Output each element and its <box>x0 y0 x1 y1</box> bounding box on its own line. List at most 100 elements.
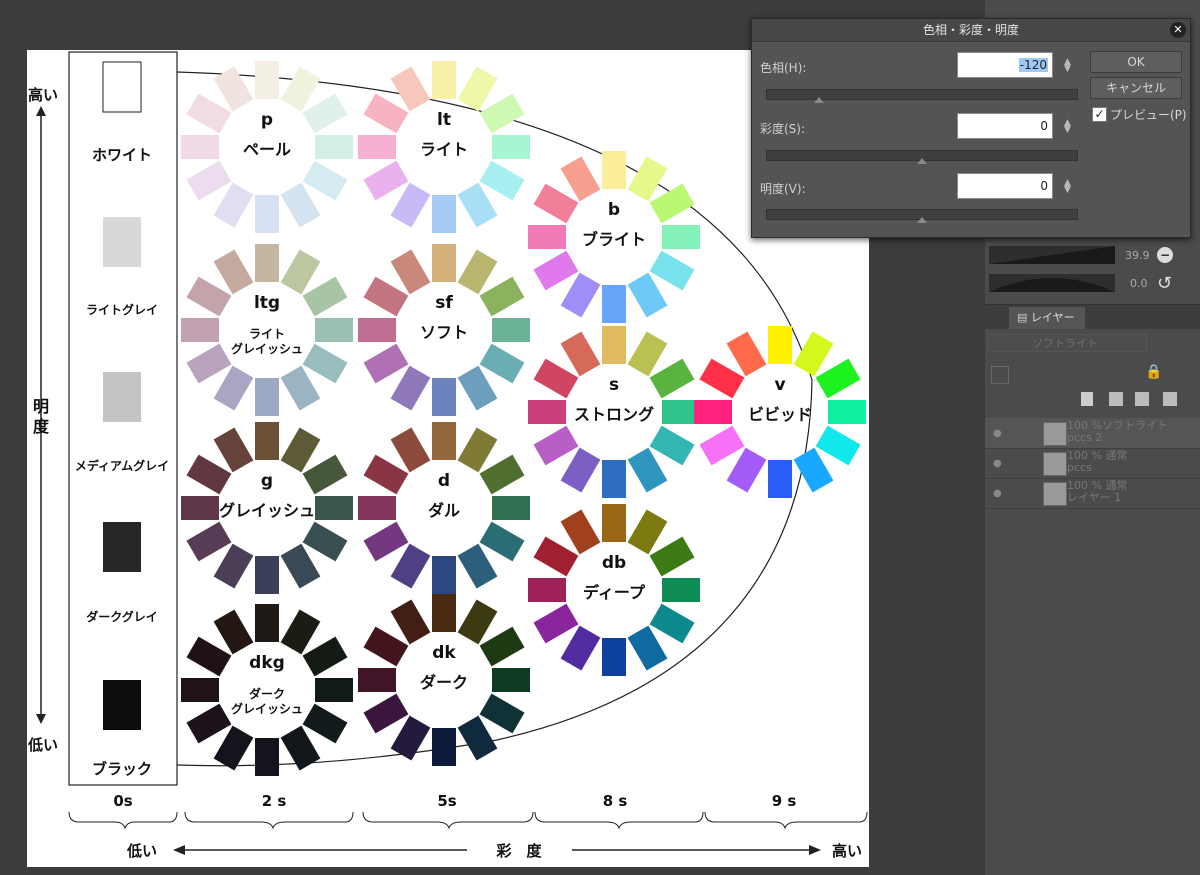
eye-icon[interactable]: ● <box>993 428 1002 439</box>
tone-name-dkg: ダークグレイッシュ <box>231 686 303 716</box>
tone-swatch <box>457 66 498 112</box>
layers-icon: ▤ <box>1017 311 1028 324</box>
tone-swatch <box>457 249 498 295</box>
tone-swatch <box>363 343 409 384</box>
eye-icon[interactable]: ● <box>993 458 1002 469</box>
delete-layer-icon[interactable] <box>1163 392 1177 406</box>
tone-swatch <box>280 182 321 228</box>
brush-density-slider[interactable] <box>989 274 1115 292</box>
preview-checkbox-row[interactable]: ✓ プレビュー(P) <box>1092 106 1187 123</box>
ok-button[interactable]: OK <box>1090 51 1182 73</box>
tone-swatch <box>255 244 279 282</box>
tone-swatch <box>432 378 456 416</box>
tone-swatch <box>358 135 396 159</box>
copy-layer-icon[interactable] <box>1135 392 1149 406</box>
tone-wheel-sf: sf ソフト <box>358 244 530 416</box>
brightness-slider-thumb[interactable] <box>917 217 927 223</box>
tone-swatch <box>186 703 232 744</box>
tone-swatch <box>213 427 254 473</box>
tone-swatch <box>479 343 525 384</box>
tone-code-g: g <box>261 471 273 491</box>
layer-row[interactable]: ● 100 % 通常 pccs <box>985 448 1200 479</box>
tone-swatch <box>479 454 525 495</box>
pccs-tone-chart[interactable]: ホワイト ライトグレイ メディアムグレイ ダークグレイ ブラック p ペール lt ライト b ブ… <box>27 50 869 867</box>
cancel-button[interactable]: キャンセル <box>1090 77 1182 99</box>
tone-code-dkg: dkg <box>249 653 285 673</box>
saturation-slider-thumb[interactable] <box>917 158 927 164</box>
tone-swatch <box>213 365 254 411</box>
brush-size-slider[interactable] <box>989 246 1115 264</box>
tone-wheel-b: b ブライト <box>528 151 700 323</box>
tone-swatch <box>280 66 321 112</box>
layers-tab[interactable]: ▤ レイヤー <box>1009 307 1085 329</box>
tone-swatch <box>432 195 456 233</box>
tone-swatch <box>457 365 498 411</box>
hue-slider[interactable] <box>766 89 1078 103</box>
tone-swatch <box>255 378 279 416</box>
hue-slider-thumb[interactable] <box>813 97 824 103</box>
tone-code-d: d <box>438 471 450 491</box>
tone-name-db: ディープ <box>583 583 646 602</box>
tone-name-p: ペール <box>243 140 291 159</box>
reset-icon[interactable]: ↺ <box>1157 275 1172 293</box>
new-layer-icon[interactable] <box>1081 392 1093 406</box>
tone-code-lt: lt <box>437 110 451 130</box>
hue-saturation-dialog[interactable]: 色相・彩度・明度 ✕ 色相(H): -120 ▲ ▼ 彩度(S): 0 ▲ ▼ 明度… <box>751 18 1191 238</box>
tone-swatch <box>315 318 353 342</box>
tone-code-db: db <box>602 553 626 573</box>
layer-color-icon[interactable] <box>991 366 1009 384</box>
tone-swatch <box>213 182 254 228</box>
tone-swatch <box>560 625 601 671</box>
saturation-high-label: 高い <box>832 842 862 860</box>
tone-swatch <box>602 285 626 323</box>
hue-value: -120 <box>1018 58 1048 72</box>
tone-swatch <box>390 599 431 645</box>
tone-swatch <box>492 668 530 692</box>
saturation-input[interactable]: 0 <box>957 113 1053 139</box>
layer-row[interactable]: ● 100 %ソフトライト pccs 2 <box>985 418 1200 449</box>
tone-swatch <box>649 536 695 577</box>
brightness-input[interactable]: 0 <box>957 173 1053 199</box>
layer-row[interactable]: ● 100 % 通常 レイヤー 1 <box>985 478 1200 509</box>
tone-swatch <box>213 543 254 589</box>
tone-swatch <box>649 183 695 224</box>
preview-checkbox[interactable]: ✓ <box>1092 107 1107 122</box>
zoom-out-icon[interactable]: − <box>1157 247 1173 263</box>
tone-swatch <box>793 447 834 493</box>
blend-mode-select[interactable]: ソフトライト <box>987 334 1147 352</box>
saturation-tick-4: 9 s <box>772 792 797 810</box>
tone-swatch <box>492 135 530 159</box>
saturation-spinner-icon[interactable]: ▲ ▼ <box>1064 119 1071 135</box>
close-icon[interactable]: ✕ <box>1170 22 1186 38</box>
tone-swatch <box>186 276 232 317</box>
saturation-slider[interactable] <box>766 150 1078 164</box>
tone-swatch <box>255 738 279 776</box>
tone-wheel-ltg: ltg ライトグレイッシュ <box>181 244 353 416</box>
tone-swatch <box>768 460 792 498</box>
tone-swatch <box>255 61 279 99</box>
tone-swatch <box>363 93 409 134</box>
achromatic-label-1: ライトグレイ <box>86 302 158 317</box>
tone-code-p: p <box>261 110 273 130</box>
tone-swatch <box>302 703 348 744</box>
tone-swatch <box>649 358 695 399</box>
tone-swatch <box>627 625 668 671</box>
hue-spinner-icon[interactable]: ▲ ▼ <box>1064 58 1071 74</box>
brightness-spinner-icon[interactable]: ▲ ▼ <box>1064 179 1071 195</box>
hue-input[interactable]: -120 <box>957 52 1053 78</box>
layer-toolbar: 🔒 <box>985 360 1200 416</box>
tone-swatch <box>432 61 456 99</box>
brightness-slider[interactable] <box>766 209 1078 223</box>
tone-swatch <box>280 609 321 655</box>
tone-swatch <box>479 521 525 562</box>
layer-name: pccs 2 <box>1067 431 1103 444</box>
saturation-axis-arrow-right <box>809 845 821 855</box>
tone-swatch <box>560 447 601 493</box>
tone-swatch <box>255 556 279 594</box>
new-folder-icon[interactable] <box>1109 392 1123 406</box>
eye-icon[interactable]: ● <box>993 488 1002 499</box>
tone-swatch <box>828 400 866 424</box>
tone-swatch <box>627 272 668 318</box>
tone-swatch <box>186 93 232 134</box>
lock-icon[interactable]: 🔒 <box>1145 364 1162 380</box>
